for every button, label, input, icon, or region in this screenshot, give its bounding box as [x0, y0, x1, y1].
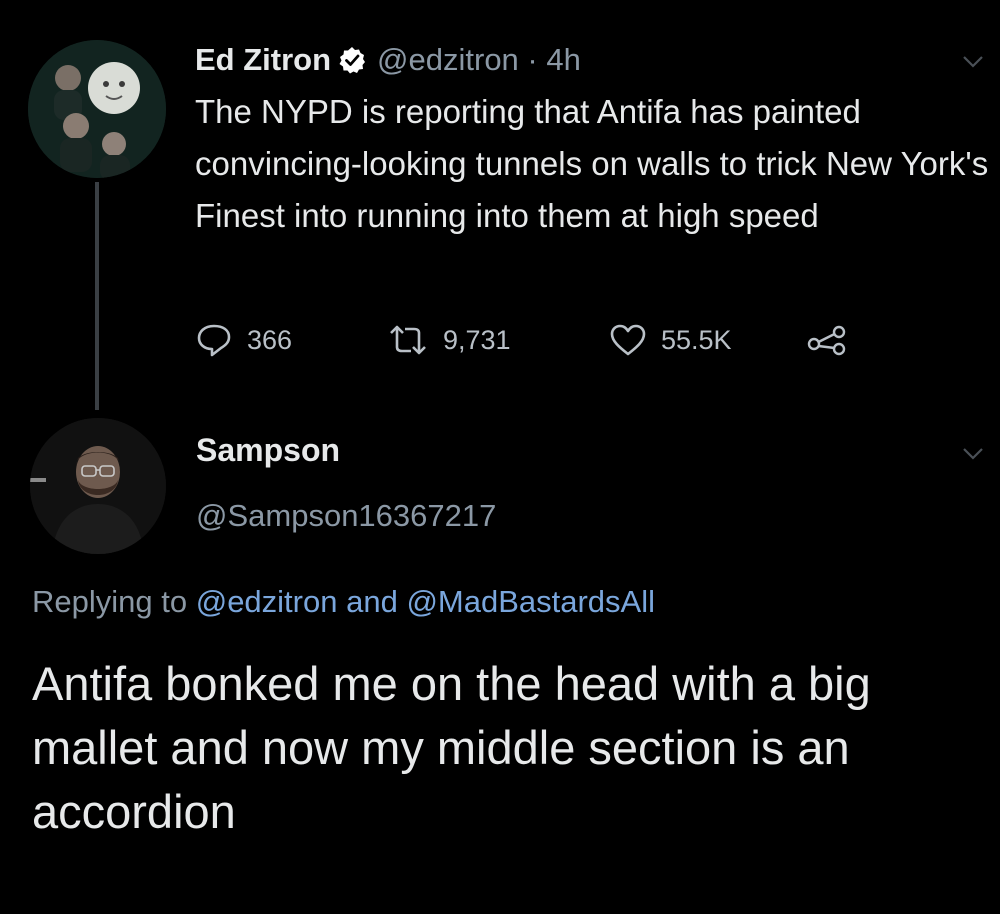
author-name[interactable]: Ed Zitron: [195, 42, 331, 78]
retweet-count: 9,731: [443, 324, 511, 355]
reply-text: Antifa bonked me on the head with a big …: [32, 657, 871, 838]
reply-count: 366: [247, 324, 293, 355]
mention-link[interactable]: @edzitron: [196, 584, 338, 619]
share-icon: [807, 325, 846, 356]
avatar-image: [28, 40, 166, 178]
avatar[interactable]: [28, 40, 166, 178]
tweet-header: Ed Zitron @edzitron · 4h: [195, 38, 581, 82]
reply-author-name[interactable]: Sampson: [196, 432, 340, 469]
retweet-icon: [390, 325, 426, 355]
handle-and-time[interactable]: @edzitron · 4h: [377, 42, 581, 78]
avatar-image: [30, 418, 166, 554]
replying-and-text: and: [337, 584, 407, 619]
avatar[interactable]: [30, 418, 166, 554]
share-button[interactable]: [807, 318, 861, 362]
mention-link[interactable]: @MadBastardsAll: [406, 584, 655, 619]
like-icon: [610, 324, 646, 356]
tweet-text: The NYPD is reporting that Antifa has pa…: [195, 93, 989, 234]
like-button[interactable]: 55.5K: [609, 318, 732, 362]
retweet-button[interactable]: 9,731: [387, 318, 511, 362]
replying-to-label: Replying to: [32, 584, 196, 619]
reply-icon: [197, 324, 231, 357]
verified-badge-icon: [337, 45, 367, 75]
reply-button[interactable]: 366: [195, 318, 292, 362]
like-count: 55.5K: [661, 324, 732, 355]
replying-to-line: Replying to @edzitron and @MadBastardsAl…: [32, 584, 655, 620]
chevron-down-icon[interactable]: [962, 55, 984, 69]
thread-line: [95, 182, 99, 410]
reply-author-handle[interactable]: @Sampson16367217: [196, 498, 496, 534]
chevron-down-icon[interactable]: [962, 447, 984, 461]
